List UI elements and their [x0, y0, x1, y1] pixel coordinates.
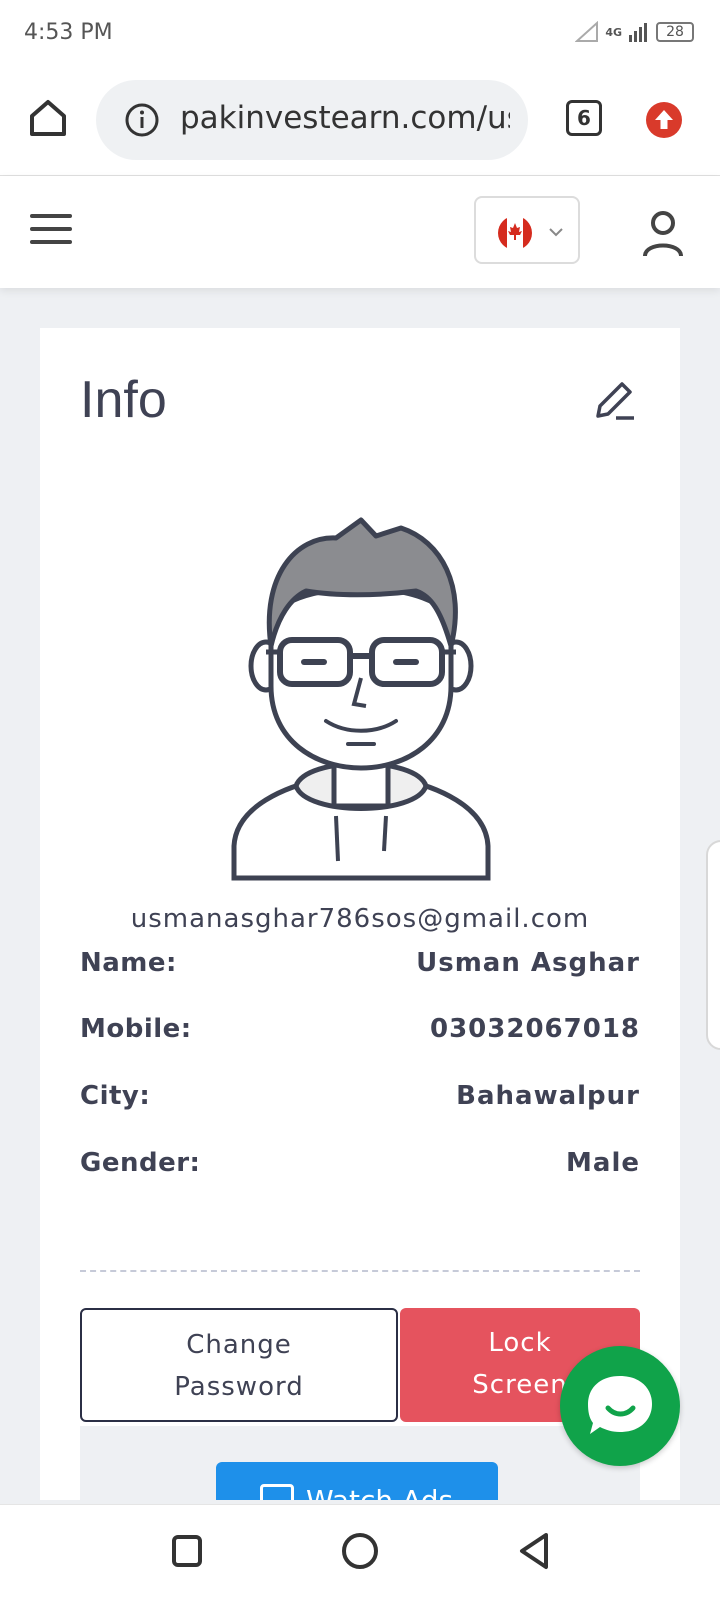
- change-password-label-line2: Password: [174, 1372, 304, 1402]
- monitor-icon: [260, 1484, 294, 1500]
- back-icon[interactable]: [516, 1531, 552, 1571]
- info-label: Name:: [80, 948, 177, 978]
- chat-button[interactable]: [560, 1346, 680, 1466]
- side-drawer-handle[interactable]: [706, 840, 720, 1050]
- status-bar: 4:53 PM 4G 28: [0, 0, 720, 64]
- watch-ads-label: Watch Ads: [306, 1484, 453, 1500]
- address-bar[interactable]: pakinvestearn.com/user: [96, 80, 528, 160]
- info-label: Gender:: [80, 1148, 201, 1178]
- watch-ads-panel: Watch Ads: [80, 1426, 640, 1500]
- info-row-gender: Gender: Male: [80, 1148, 640, 1188]
- change-password-button[interactable]: Change Password: [80, 1308, 398, 1422]
- site-header: [0, 176, 720, 288]
- info-value: Male: [566, 1148, 640, 1178]
- browser-toolbar: pakinvestearn.com/user 6: [0, 64, 720, 176]
- info-row-name: Name: Usman Asghar: [80, 948, 640, 988]
- info-value: Bahawalpur: [456, 1081, 640, 1111]
- tab-count: 6: [577, 106, 591, 130]
- signal-bars-icon: [629, 23, 647, 42]
- recents-icon[interactable]: [172, 1535, 202, 1567]
- url-text: pakinvestearn.com/user: [180, 100, 510, 136]
- divider: [80, 1270, 640, 1272]
- profile-card: Info usmanasghar786sos@gmail.com Name: U…: [40, 328, 680, 1500]
- home-nav-icon[interactable]: [342, 1533, 378, 1569]
- info-value: Usman Asghar: [416, 948, 640, 978]
- profile-email: usmanasghar786sos@gmail.com: [130, 904, 590, 934]
- chevron-down-icon: [549, 228, 563, 237]
- user-icon[interactable]: [640, 208, 686, 258]
- battery-level: 28: [666, 24, 684, 40]
- network-type: 4G: [605, 25, 622, 39]
- page-title: Info: [80, 371, 167, 429]
- tab-switcher-button[interactable]: 6: [566, 100, 602, 136]
- watch-ads-button[interactable]: Watch Ads: [216, 1462, 498, 1500]
- info-value: 03032067018: [430, 1014, 640, 1044]
- language-selector[interactable]: [474, 196, 580, 264]
- home-icon[interactable]: [26, 96, 70, 140]
- change-password-label-line1: Change: [186, 1330, 292, 1360]
- info-label: City:: [80, 1081, 151, 1111]
- status-icons: 4G 28: [575, 18, 694, 46]
- menu-icon[interactable]: [30, 214, 72, 246]
- info-label: Mobile:: [80, 1014, 192, 1044]
- info-row-city: City: Bahawalpur: [80, 1081, 640, 1121]
- info-row-mobile: Mobile: 03032067018: [80, 1014, 640, 1054]
- avatar: [231, 517, 491, 881]
- chat-bubble-icon: [588, 1376, 652, 1434]
- system-nav-bar: [0, 1504, 720, 1600]
- site-info-icon[interactable]: [124, 102, 160, 138]
- signal-empty-icon: [575, 21, 599, 42]
- battery-icon: 28: [656, 22, 694, 42]
- canada-flag-icon: [498, 216, 532, 250]
- edit-pencil-icon[interactable]: [592, 378, 636, 422]
- status-time: 4:53 PM: [24, 20, 113, 45]
- update-icon[interactable]: [646, 102, 682, 138]
